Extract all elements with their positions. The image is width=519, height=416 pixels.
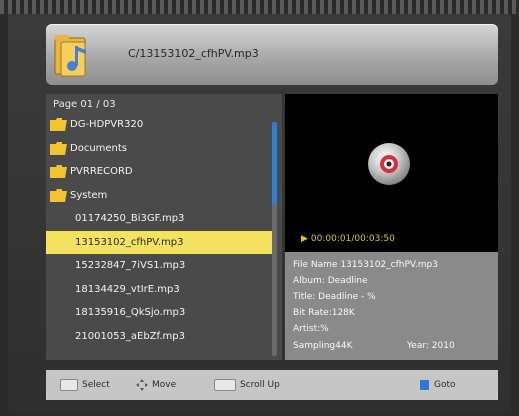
list-item-folder[interactable]: System — [46, 184, 272, 208]
scroll-up-label: Scroll Up — [240, 380, 280, 390]
top-edge-pattern — [0, 0, 519, 14]
music-folder-icon — [54, 35, 86, 77]
list-item-label: Documents — [70, 142, 128, 154]
folder-icon — [50, 165, 67, 178]
info-title-suffix: % — [367, 292, 376, 302]
scroll-up-hint[interactable]: Scroll Up — [214, 378, 280, 392]
list-item-folder[interactable]: PVRRECORD — [46, 160, 272, 184]
list-item-file[interactable]: 21001053_aEbZf.mp3 — [46, 325, 272, 349]
goto-hint[interactable]: Goto — [420, 378, 456, 392]
list-item-label: 01174250_Bi3GF.mp3 — [75, 213, 185, 224]
footer-hint-bar: Select Move Scroll Up Goto — [46, 370, 498, 400]
list-item-file[interactable]: 18134429_vtIrE.mp3 — [46, 278, 272, 302]
list-item-label: DG-HDPVR320 — [70, 119, 144, 130]
info-file-name: File Name 13153102_cfhPV.mp3 — [293, 260, 438, 270]
ok-key-icon — [60, 378, 78, 391]
play-icon: ▶ — [301, 234, 308, 244]
playback-preview: ▶ 00:00:01/00:03:50 — [285, 94, 498, 252]
file-path-label: C/13153102_cfhPV.mp3 — [128, 47, 259, 60]
list-scrollbar[interactable] — [272, 122, 277, 356]
info-title-label: Title: Deadline - — [293, 292, 368, 302]
page-key-icon — [214, 378, 236, 391]
list-item-label: 18134429_vtIrE.mp3 — [75, 283, 180, 295]
playback-time-label: 00:00:01/00:03:50 — [310, 234, 395, 244]
list-item-label: 15232847_7iVS1.mp3 — [75, 260, 186, 271]
track-info-panel: File Name 13153102_cfhPV.mp3 Album: Dead… — [285, 252, 498, 360]
info-artist-suffix: % — [320, 324, 329, 334]
scrollbar-thumb[interactable] — [272, 122, 277, 204]
page-indicator: Page 01 / 03 — [53, 99, 116, 110]
list-item-label: 18135916_QkSjo.mp3 — [75, 307, 186, 318]
list-item-folder[interactable]: Documents — [46, 137, 272, 161]
list-item-file-selected[interactable]: 13153102_cfhPV.mp3 — [46, 230, 272, 254]
file-list-panel: Page 01 / 03 DG-HDPVR320 Documents PVRRE… — [46, 94, 282, 360]
folder-icon — [50, 118, 67, 131]
info-title: Title: Deadline - % — [293, 292, 376, 302]
path-header: C/13153102_cfhPV.mp3 — [46, 24, 498, 85]
blue-key-icon — [420, 379, 429, 390]
list-item-label: PVRRECORD — [70, 166, 133, 177]
file-list: DG-HDPVR320 Documents PVRRECORD System 0… — [46, 113, 272, 348]
info-artist-label: Artist: — [293, 324, 321, 334]
select-hint[interactable]: Select — [60, 378, 110, 392]
list-item-label: 21001053_aEbZf.mp3 — [75, 330, 185, 342]
list-item-file[interactable]: 15232847_7iVS1.mp3 — [46, 254, 272, 278]
playback-time: ▶ 00:00:01/00:03:50 — [301, 234, 395, 244]
move-arrows-icon — [136, 378, 148, 391]
goto-label: Goto — [434, 380, 456, 390]
move-label: Move — [152, 380, 177, 390]
info-year: Year: 2010 — [407, 341, 455, 351]
select-label: Select — [82, 380, 110, 390]
list-item-label: System — [70, 189, 108, 201]
list-item-label: 13153102_cfhPV.mp3 — [75, 236, 184, 248]
list-item-folder[interactable]: DG-HDPVR320 — [46, 113, 272, 137]
info-artist: Artist:% — [293, 324, 329, 334]
move-hint[interactable]: Move — [136, 378, 176, 392]
folder-icon — [50, 188, 67, 202]
info-sampling: Sampling44K — [293, 341, 353, 351]
list-item-file[interactable]: 01174250_Bi3GF.mp3 — [46, 207, 272, 231]
list-item-file[interactable]: 18135916_QkSjo.mp3 — [46, 301, 272, 325]
folder-icon — [50, 141, 67, 155]
info-bit-rate: Bit Rate:128K — [293, 308, 355, 318]
info-album: Album: Deadline — [293, 276, 368, 286]
cd-disc-icon — [368, 143, 410, 185]
